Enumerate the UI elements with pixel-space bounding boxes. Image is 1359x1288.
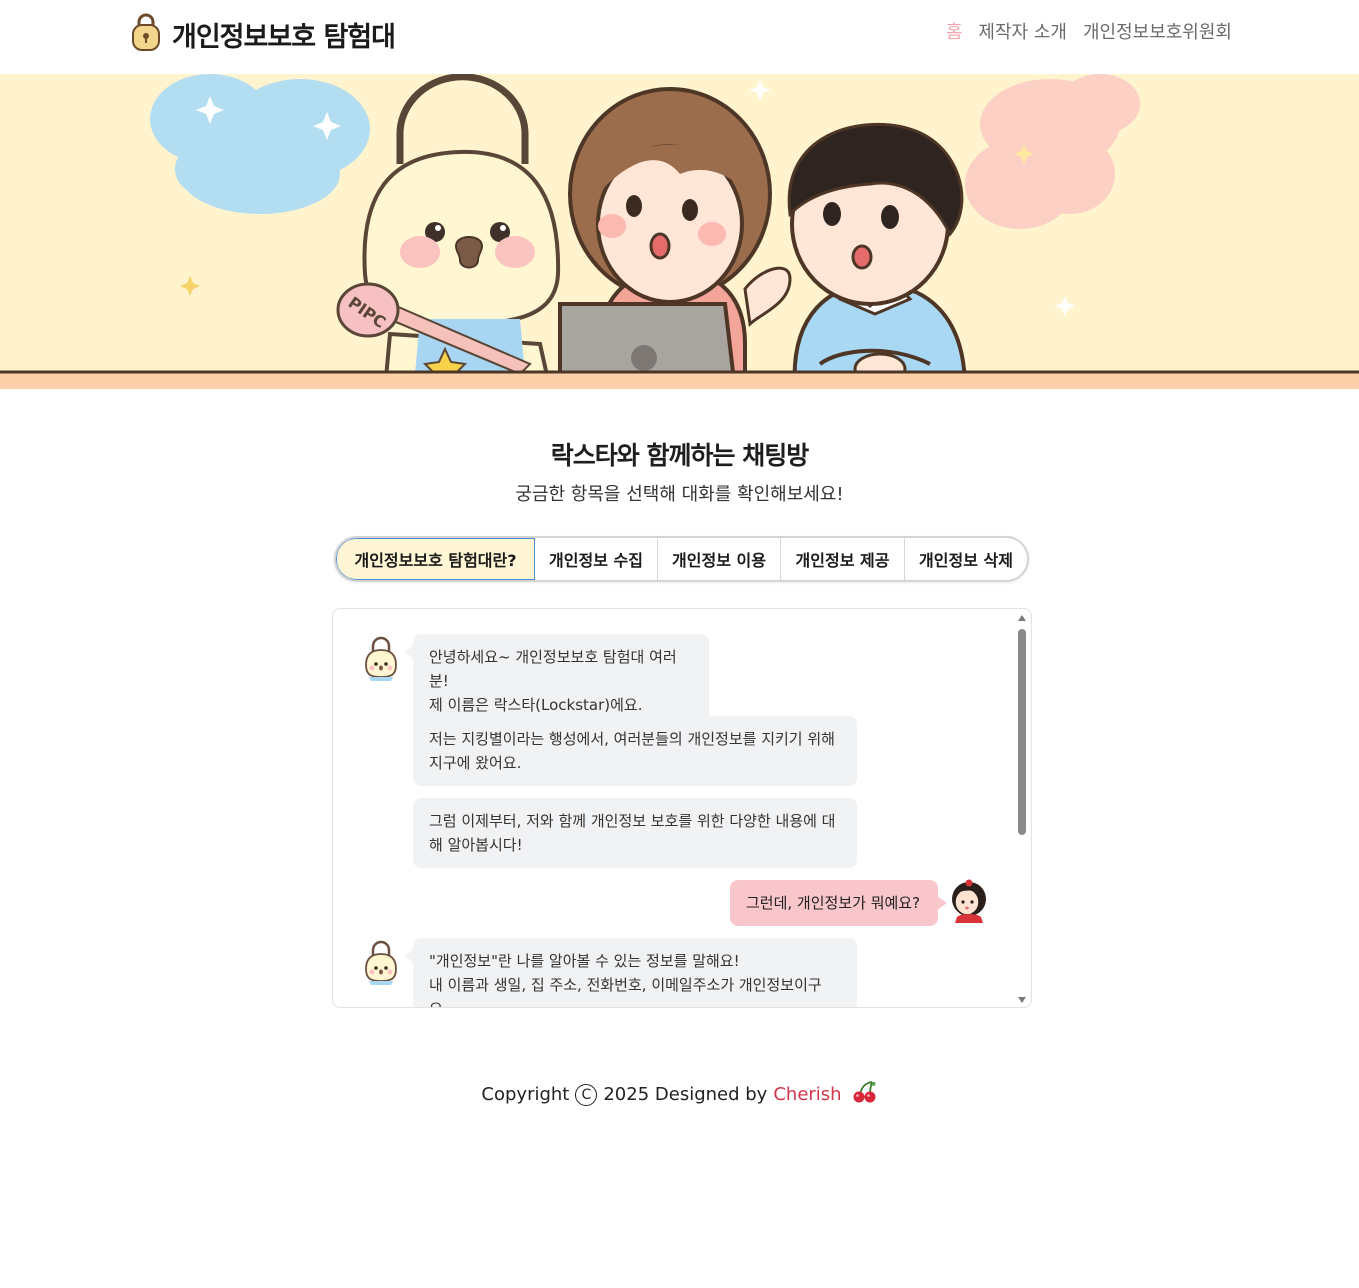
tab-provision[interactable]: 개인정보 제공 [781, 538, 905, 580]
message-line: 그럼 이제부터, 저와 함께 개인정보 보호를 위한 다양한 내용에 대 [429, 812, 836, 830]
hero-banner: PIPC [0, 74, 1359, 389]
copyright-year: 2025 Designed by [603, 1084, 768, 1105]
tab-collection[interactable]: 개인정보 수집 [535, 538, 658, 580]
cherry-icon [852, 1080, 878, 1109]
boy-character [787, 122, 968, 389]
blue-cloud [150, 74, 370, 214]
topic-tabs: 개인정보보호 탐험대란? 개인정보 수집 개인정보 이용 개인정보 제공 개인정… [334, 536, 1029, 582]
bot-message-4: "개인정보"란 나를 알아볼 수 있는 정보를 말해요! 내 이름과 생일, 집… [404, 938, 857, 1007]
message-line: 안녕하세요~ 개인정보보호 탐험대 여러분! [429, 648, 677, 690]
message-line: 저는 지킹별이라는 행성에서, 여러분들의 개인정보를 지키기 위해 [429, 730, 835, 748]
message-line: 해 알아봅시다! [429, 836, 523, 854]
bot-message-3: 그럼 이제부터, 저와 함께 개인정보 보호를 위한 다양한 내용에 대 해 알… [413, 798, 857, 868]
lockstar-avatar [361, 635, 401, 683]
girl-avatar [949, 877, 989, 925]
site-footer: Copyright C 2025 Designed by Cherish [0, 1080, 1359, 1109]
tab-usage[interactable]: 개인정보 이용 [658, 538, 781, 580]
message-line: 지구에 왔어요. [429, 754, 522, 772]
message-line: 그런데, 개인정보가 뭐예요? [746, 894, 921, 912]
pink-cloud [965, 74, 1140, 229]
chat-scrollbar[interactable] [1015, 613, 1029, 1005]
lockstar-mascot: PIPC [336, 74, 561, 389]
scroll-down-arrow-icon[interactable] [1018, 997, 1026, 1003]
chat-window[interactable]: 안녕하세요~ 개인정보보호 탐험대 여러분! 제 이름은 락스타(Locksta… [332, 608, 1032, 1008]
author-name[interactable]: Cherish [773, 1084, 841, 1105]
bot-message-2: 저는 지킹별이라는 행성에서, 여러분들의 개인정보를 지키기 위해 지구에 왔… [413, 716, 857, 786]
scroll-thumb[interactable] [1018, 629, 1026, 835]
message-line: 제 이름은 락스타(Lockstar)에요. [429, 696, 643, 714]
tab-deletion[interactable]: 개인정보 삭제 [905, 538, 1027, 580]
copyright-icon: C [575, 1083, 598, 1106]
user-message-1: 그런데, 개인정보가 뭐예요? [730, 880, 947, 926]
brand-title: 개인정보보호 탐험대 [172, 21, 396, 53]
message-line: 요. [429, 997, 841, 1007]
message-line: 내 이름과 생일, 집 주소, 전화번호, 이메일주소가 개인정보이구 [429, 976, 822, 994]
nav-pipc[interactable]: 개인정보보호위원회 [1083, 18, 1232, 44]
tab-about-explorers[interactable]: 개인정보보호 탐험대란? [336, 538, 535, 580]
site-header: 개인정보보호 탐험대 홈 제작자 소개 개인정보보호위원회 [0, 0, 1359, 74]
nav-home[interactable]: 홈 [946, 18, 963, 44]
section-subtitle: 궁금한 항목을 선택해 대화를 확인해보세요! [515, 484, 844, 505]
scroll-up-arrow-icon[interactable] [1018, 615, 1026, 621]
message-line: "개인정보"란 나를 알아볼 수 있는 정보를 말해요! [429, 952, 740, 970]
copyright-label: Copyright [481, 1084, 570, 1105]
main-nav: 홈 제작자 소개 개인정보보호위원회 [946, 18, 1232, 44]
lockstar-avatar [361, 939, 401, 987]
hero-illustration: PIPC [0, 74, 1359, 389]
bot-message-1: 안녕하세요~ 개인정보보호 탐험대 여러분! 제 이름은 락스타(Locksta… [404, 634, 709, 728]
brand[interactable]: 개인정보보호 탐험대 [130, 12, 396, 56]
nav-about-creator[interactable]: 제작자 소개 [978, 18, 1067, 44]
table-surface [0, 372, 1359, 389]
section-title: 락스타와 함께하는 채팅방 [550, 441, 809, 470]
lock-logo-icon [130, 12, 162, 56]
